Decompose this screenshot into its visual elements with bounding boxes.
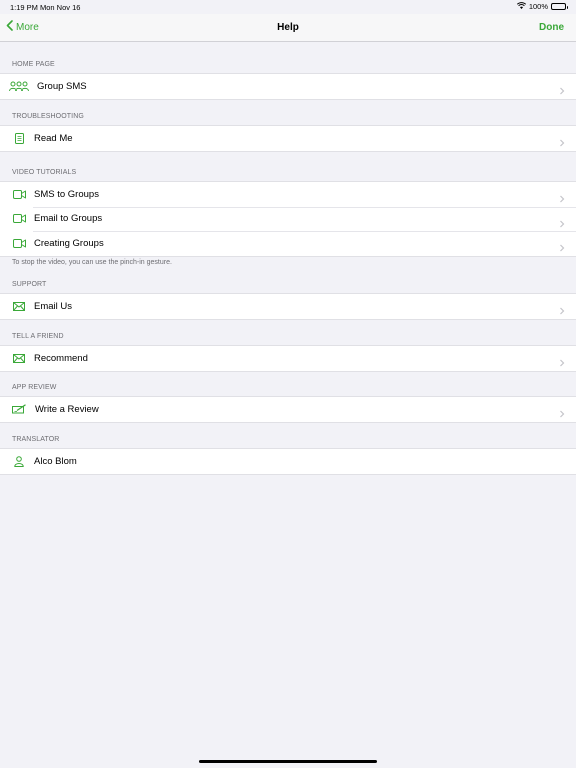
row-label: Creating Groups	[34, 237, 104, 249]
video-icon	[11, 213, 27, 225]
group-translator: Alco Blom	[0, 448, 576, 475]
document-icon	[11, 132, 27, 144]
row-email-to-groups[interactable]: Email to Groups	[0, 206, 576, 232]
chevron-right-icon	[559, 405, 565, 418]
video-icon	[11, 188, 27, 200]
row-sms-to-groups[interactable]: SMS to Groups	[0, 182, 576, 207]
section-header-troubleshooting: TROUBLESHOOTING	[12, 113, 84, 120]
row-label: Group SMS	[37, 80, 87, 92]
group-support: Email Us	[0, 293, 576, 320]
home-indicator[interactable]	[199, 760, 377, 763]
navigation-bar: More Help Done	[0, 14, 576, 42]
row-label: Read Me	[34, 132, 73, 144]
section-header-home-page: HOME PAGE	[12, 61, 55, 68]
battery-icon	[551, 3, 568, 10]
group-icon	[9, 80, 29, 92]
section-header-support: SUPPORT	[12, 281, 47, 288]
chevron-right-icon	[559, 354, 565, 367]
row-label: Alco Blom	[34, 455, 77, 467]
video-icon	[11, 237, 27, 249]
row-label: Write a Review	[35, 403, 99, 415]
chevron-right-icon	[559, 134, 565, 147]
envelope-icon	[11, 300, 27, 312]
row-read-me[interactable]: Read Me	[0, 126, 576, 151]
status-date: Mon Nov 16	[40, 3, 81, 12]
row-label: Recommend	[34, 352, 88, 364]
chevron-right-icon	[559, 239, 565, 252]
row-recommend[interactable]: Recommend	[0, 346, 576, 371]
pencil-icon	[11, 403, 27, 415]
row-label: Email Us	[34, 300, 73, 312]
status-right: 100%	[516, 2, 568, 11]
group-home-page: Group SMS	[0, 73, 576, 100]
row-label: Email to Groups	[34, 213, 103, 225]
video-footer-note: To stop the video, you can use the pinch…	[12, 259, 172, 266]
status-bar: 1:19 PM Mon Nov 16 100%	[0, 0, 576, 14]
row-creating-groups[interactable]: Creating Groups	[0, 231, 576, 256]
chevron-right-icon	[559, 215, 565, 228]
row-write-a-review[interactable]: Write a Review	[0, 397, 576, 422]
status-time: 1:19 PM	[10, 3, 38, 12]
group-video-tutorials: SMS to Groups Email to Groups Creating G…	[0, 181, 576, 257]
section-header-translator: TRANSLATOR	[12, 436, 60, 443]
section-header-tell-a-friend: TELL A FRIEND	[12, 333, 64, 340]
row-email-us[interactable]: Email Us	[0, 294, 576, 319]
section-header-app-review: APP REVIEW	[12, 384, 57, 391]
done-button[interactable]: Done	[539, 22, 564, 33]
chevron-right-icon	[559, 302, 565, 315]
wifi-icon	[516, 2, 526, 11]
chevron-right-icon	[559, 190, 565, 203]
row-group-sms[interactable]: Group SMS	[0, 74, 576, 99]
page-title: Help	[277, 22, 299, 33]
chevron-right-icon	[559, 82, 565, 95]
row-label: SMS to Groups	[34, 188, 99, 200]
row-alco-blom[interactable]: Alco Blom	[0, 449, 576, 474]
person-icon	[11, 455, 27, 467]
section-header-video-tutorials: VIDEO TUTORIALS	[12, 169, 77, 176]
envelope-icon	[11, 352, 27, 364]
group-tell-a-friend: Recommend	[0, 345, 576, 372]
group-troubleshooting: Read Me	[0, 125, 576, 152]
group-app-review: Write a Review	[0, 396, 576, 423]
battery-percent: 100%	[528, 2, 548, 11]
